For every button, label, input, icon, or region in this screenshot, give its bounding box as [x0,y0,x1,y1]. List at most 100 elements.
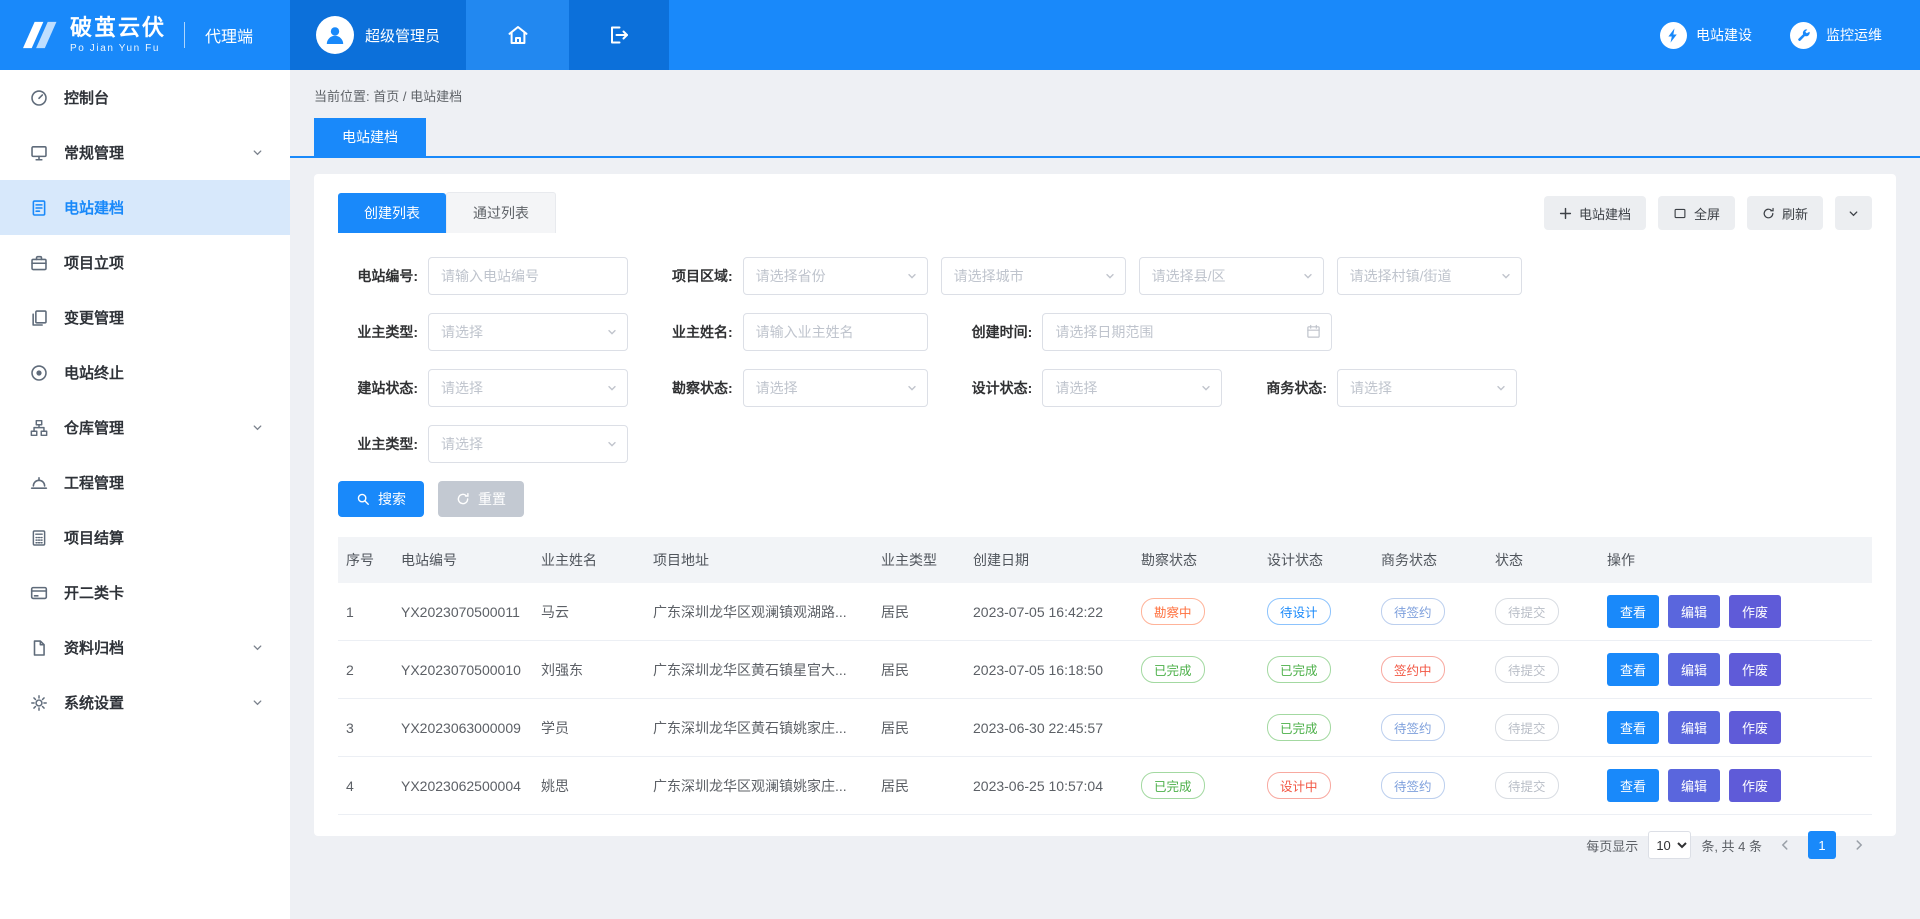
cell-design-status: 已完成 [1259,699,1373,757]
breadcrumb-label: 当前位置: [314,89,370,104]
copy-icon [30,309,48,327]
chevron-down-icon [251,146,264,159]
tab-create-list[interactable]: 创建列表 [338,193,446,233]
breadcrumb-home[interactable]: 首页 [373,89,399,104]
cell-owner-type: 居民 [873,699,965,757]
sidebar-item-class2-card[interactable]: 开二类卡 [0,565,290,620]
sidebar-item-warehouse-management[interactable]: 仓库管理 [0,400,290,455]
filter-row-4: 业主类型: 请选择 [338,425,1872,463]
design-status-select[interactable]: 请选择 [1042,369,1222,407]
collapse-button[interactable] [1835,196,1872,230]
cell-owner-type: 居民 [873,583,965,641]
sidebar-item-general-management[interactable]: 常规管理 [0,125,290,180]
owner-type-select[interactable]: 请选择 [428,313,628,351]
breadcrumb-separator: / [403,89,407,104]
void-button[interactable]: 作废 [1729,653,1781,686]
sidebar-item-station-filing[interactable]: 电站建档 [0,180,290,235]
station-no-input[interactable] [428,257,628,295]
void-button[interactable]: 作废 [1729,769,1781,802]
page-1-button[interactable]: 1 [1808,831,1836,859]
refresh-button[interactable]: 刷新 [1747,196,1823,230]
city-select[interactable]: 请选择城市 [941,257,1126,295]
view-button[interactable]: 查看 [1607,653,1659,686]
province-select[interactable]: 请选择省份 [743,257,928,295]
edit-button[interactable]: 编辑 [1668,653,1720,686]
sidebar-item-project-settlement[interactable]: 项目结算 [0,510,290,565]
user-menu[interactable]: 超级管理员 [290,0,466,70]
owner-type2-label: 业主类型: [338,434,418,454]
page-tab-station-filing[interactable]: 电站建档 [314,118,426,156]
nav-station-build[interactable]: 电站建设 [1660,0,1752,70]
edit-button[interactable]: 编辑 [1668,595,1720,628]
chevron-down-icon [1847,207,1860,220]
table-row: 1 YX2023070500011 马云 广东深圳龙华区观澜镇观湖路... 居民… [338,583,1872,641]
logout-button[interactable] [569,0,669,70]
per-page-select[interactable]: 10 [1648,831,1691,859]
filter-business-status: 商务状态: 请选择 [1266,369,1517,407]
add-station-button[interactable]: 电站建档 [1544,196,1646,230]
county-select[interactable]: 请选择县/区 [1139,257,1324,295]
breadcrumb-current: 电站建档 [410,89,462,104]
cell-index: 3 [338,699,393,757]
header-spacer [669,0,1660,70]
cell-owner-name: 马云 [533,583,645,641]
business-status-select[interactable]: 请选择 [1337,369,1517,407]
search-icon [356,492,370,506]
cell-status: 待提交 [1487,583,1599,641]
search-button[interactable]: 搜索 [338,481,424,517]
view-button[interactable]: 查看 [1607,595,1659,628]
breadcrumb: 当前位置: 首页 / 电站建档 [290,70,1920,105]
chevron-down-icon [906,270,918,282]
cell-owner-type: 居民 [873,641,965,699]
filter-form: 电站编号: 项目区域: 请选择省份 请选择城市 [338,257,1872,517]
sidebar-item-station-termination[interactable]: 电站终止 [0,345,290,400]
cell-business-status: 待签约 [1373,757,1487,815]
nav-label: 电站建设 [1696,25,1752,45]
chevron-down-icon [1104,270,1116,282]
sidebar-item-project-initiation[interactable]: 项目立项 [0,235,290,290]
survey-status-select[interactable]: 请选择 [743,369,928,407]
view-button[interactable]: 查看 [1607,769,1659,802]
void-button[interactable]: 作废 [1729,711,1781,744]
cell-actions: 查看编辑作废 [1599,641,1872,699]
sidebar-item-data-archiving[interactable]: 资料归档 [0,620,290,675]
sidebar-item-console[interactable]: 控制台 [0,70,290,125]
sidebar-item-change-management[interactable]: 变更管理 [0,290,290,345]
cell-owner-type: 居民 [873,757,965,815]
view-button[interactable]: 查看 [1607,711,1659,744]
edit-button[interactable]: 编辑 [1668,769,1720,802]
avatar [316,16,354,54]
sidebar-item-system-settings[interactable]: 系统设置 [0,675,290,730]
cell-address: 广东深圳龙华区黄石镇姚家庄... [645,699,873,757]
prev-page-button[interactable] [1772,831,1798,859]
owner-name-input[interactable] [743,313,928,351]
owner-type2-select[interactable]: 请选择 [428,425,628,463]
status-badge: 待签约 [1381,714,1445,741]
reset-button[interactable]: 重置 [438,481,524,517]
status-badge: 签约中 [1381,656,1445,683]
col-index: 序号 [338,537,393,583]
plus-icon [1559,207,1572,220]
sidebar-item-engineering-management[interactable]: 工程管理 [0,455,290,510]
cell-index: 4 [338,757,393,815]
total-count-label: 条, 共 4 条 [1701,836,1762,855]
next-page-button[interactable] [1846,831,1872,859]
void-button[interactable]: 作废 [1729,595,1781,628]
fullscreen-button[interactable]: 全屏 [1658,196,1735,230]
status-badge: 已完成 [1141,656,1205,683]
town-select[interactable]: 请选择村镇/街道 [1337,257,1522,295]
filter-build-status: 建站状态: 请选择 [338,369,628,407]
build-status-select[interactable]: 请选择 [428,369,628,407]
home-button[interactable] [466,0,569,70]
tab-passed-list[interactable]: 通过列表 [446,192,556,233]
create-time-range-input[interactable] [1042,313,1332,351]
cell-create-date: 2023-06-30 22:45:57 [965,699,1133,757]
edit-button[interactable]: 编辑 [1668,711,1720,744]
brand-text: 破茧云伏 Po Jian Yun Fu [70,16,166,53]
owner-type-label: 业主类型: [338,322,418,342]
cell-business-status: 待签约 [1373,583,1487,641]
chevron-down-icon [251,696,264,709]
nav-monitor-ops[interactable]: 监控运维 [1790,0,1882,70]
design-status-label: 设计状态: [972,378,1033,398]
sidebar-item-label: 变更管理 [64,307,124,328]
